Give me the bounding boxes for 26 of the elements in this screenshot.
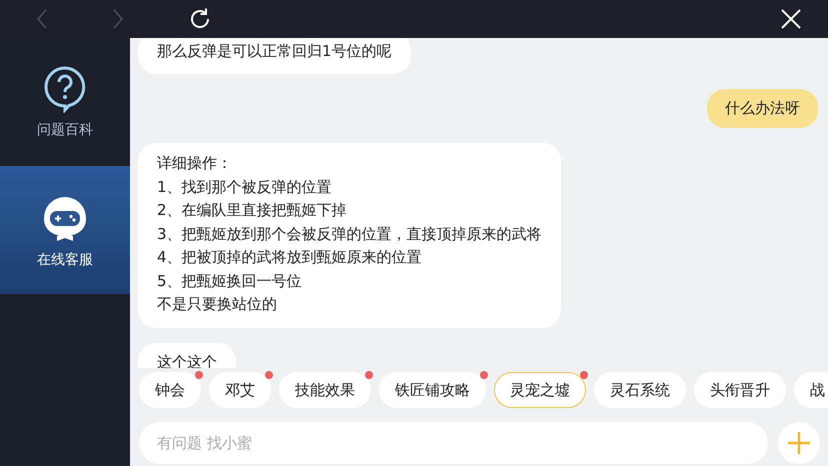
topic-chip[interactable]: 灵宠之墟 bbox=[494, 372, 586, 408]
topic-chip[interactable]: 技能效果 bbox=[279, 372, 371, 408]
message-text: 这个这个 bbox=[157, 352, 217, 368]
message-text: 那么反弹是可以正常回归1号位的呢 bbox=[157, 41, 392, 62]
message-input-field[interactable]: 有问题 找小蜜 bbox=[139, 422, 768, 464]
message-text: 4、把被顶掉的武将放到甄姬原来的位置 bbox=[157, 247, 423, 268]
topic-chip[interactable]: 灵石系统 bbox=[594, 372, 686, 408]
close-icon[interactable] bbox=[781, 9, 801, 29]
question-icon bbox=[43, 65, 87, 113]
topic-chip[interactable]: 邓艾 bbox=[209, 372, 271, 408]
refresh-icon[interactable] bbox=[188, 7, 212, 31]
topic-chip[interactable]: 钟会 bbox=[139, 372, 201, 408]
topic-chip[interactable]: 头衔晋升 bbox=[694, 372, 786, 408]
add-button[interactable] bbox=[778, 422, 820, 464]
topic-chip[interactable]: 铁匠铺攻略 bbox=[379, 372, 486, 408]
message-text: 不是只要换站位的 bbox=[157, 294, 278, 315]
message-text: 2、在编队里直接把甄姬下掉 bbox=[157, 200, 348, 221]
plus-icon bbox=[787, 431, 811, 455]
message-text: 3、把甄姬放到那个会被反弹的位置，直接顶掉原来的武将 bbox=[157, 224, 542, 244]
topic-chip[interactable]: 战 bbox=[794, 372, 828, 408]
message-text: 1、找到那个被反弹的位置 bbox=[157, 176, 333, 198]
message-text: 详细操作： bbox=[157, 153, 233, 174]
message-text: 什么办法呀 bbox=[725, 98, 800, 118]
message-text: 5、把甄姬换回一号位 bbox=[157, 270, 303, 292]
sidebar-item[interactable]: 在线客服 bbox=[0, 166, 130, 294]
sidebar-item[interactable]: 问题百科 bbox=[0, 38, 130, 166]
